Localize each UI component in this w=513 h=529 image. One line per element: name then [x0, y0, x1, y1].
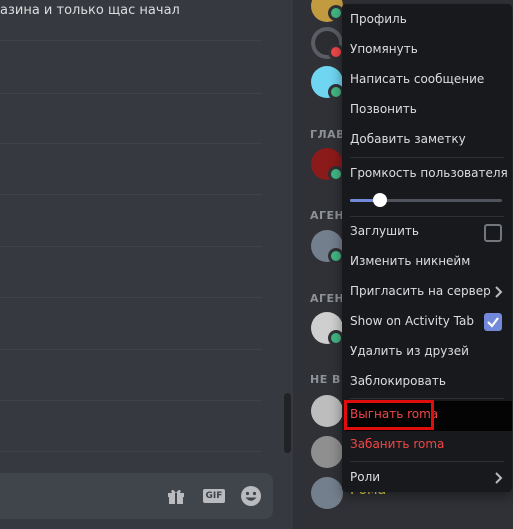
menu-item-label: Позвонить: [350, 102, 417, 116]
checkmark-icon: [487, 317, 499, 328]
menu-item-add-note[interactable]: Добавить заметку: [342, 126, 512, 154]
menu-item-label: Заблокировать: [350, 374, 446, 388]
menu-item-ban[interactable]: Забанить roma: [342, 431, 512, 459]
menu-item-invite-to-server[interactable]: Пригласить на сервер: [342, 278, 512, 306]
divider: [0, 400, 262, 401]
mute-checkbox[interactable]: [484, 224, 502, 242]
menu-item-label: Добавить заметку: [350, 132, 466, 146]
scrollbar-thumb[interactable]: [284, 393, 291, 453]
menu-separator: [350, 461, 504, 462]
avatar[interactable]: [311, 436, 343, 468]
menu-item-mention[interactable]: Упомянуть: [342, 36, 512, 64]
menu-item-label: Роли: [350, 470, 381, 484]
divider: [0, 143, 262, 144]
gif-button[interactable]: GIF: [203, 489, 225, 503]
menu-item-label: Упомянуть: [350, 42, 418, 56]
menu-separator: [350, 216, 504, 217]
chevron-right-icon: [495, 472, 503, 484]
menu-item-label: Забанить roma: [350, 437, 445, 451]
menu-item-message[interactable]: Написать сообщение: [342, 66, 512, 94]
annotation-highlight-box: [344, 400, 434, 430]
menu-item-label: Удалить из друзей: [350, 344, 469, 358]
menu-item-label: Show on Activity Tab: [350, 314, 474, 328]
divider: [0, 451, 262, 452]
message-input[interactable]: [0, 473, 273, 519]
member-category: АГЕН: [310, 209, 345, 222]
divider: [0, 349, 262, 350]
divider: [0, 246, 262, 247]
menu-item-label: Написать сообщение: [350, 72, 485, 86]
menu-item-label: Заглушить: [350, 224, 419, 238]
menu-item-label: Изменить никнейм: [350, 254, 471, 268]
menu-item-label: Профиль: [350, 12, 407, 26]
menu-item-call[interactable]: Позвонить: [342, 96, 512, 124]
menu-item-label: Громкость пользователя: [350, 166, 508, 180]
menu-item-profile[interactable]: Профиль: [342, 6, 512, 34]
menu-item-block[interactable]: Заблокировать: [342, 368, 512, 396]
member-category: ГЛАВ: [310, 128, 346, 141]
member-category: НЕ В: [310, 373, 341, 386]
menu-separator: [350, 398, 504, 399]
activity-checkbox[interactable]: [484, 313, 502, 331]
divider: [0, 194, 262, 195]
avatar[interactable]: [311, 395, 343, 427]
menu-item-remove-friend[interactable]: Удалить из друзей: [342, 338, 512, 366]
menu-item-change-nickname[interactable]: Изменить никнейм: [342, 248, 512, 276]
divider: [0, 93, 262, 94]
divider: [0, 297, 262, 298]
menu-item-user-volume: Громкость пользователя: [342, 160, 512, 188]
divider: [0, 40, 262, 41]
menu-separator: [350, 157, 504, 158]
menu-item-label: Пригласить на сервер: [350, 284, 491, 298]
chevron-right-icon: [495, 286, 503, 298]
avatar[interactable]: [311, 477, 343, 509]
member-category: АГЕН: [310, 292, 345, 305]
chat-area: азина и только щас начал GIF: [0, 0, 293, 529]
emoji-icon[interactable]: [240, 485, 262, 507]
menu-item-roles[interactable]: Роли: [342, 464, 512, 492]
message-text: азина и только щас начал: [0, 3, 180, 18]
gift-icon[interactable]: [167, 488, 185, 504]
